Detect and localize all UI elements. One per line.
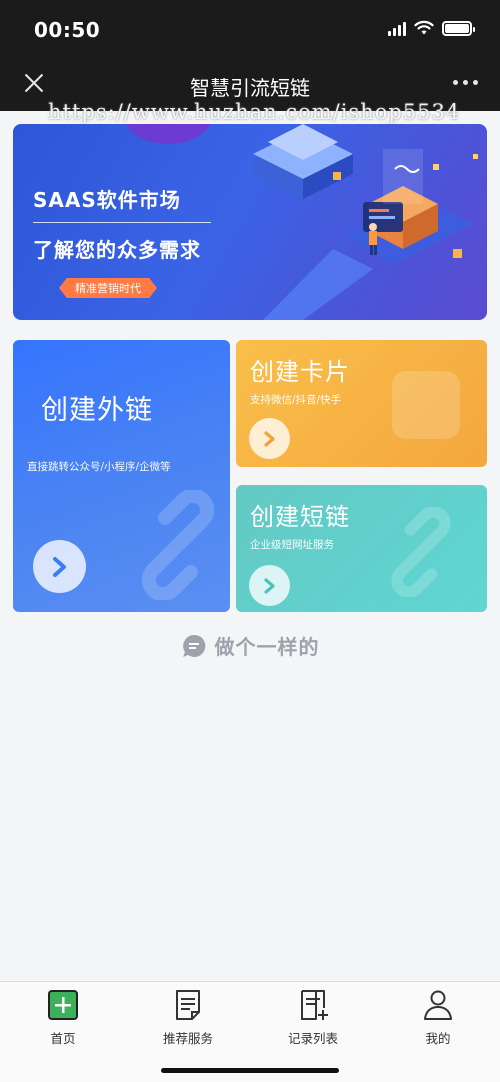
top-bar: 00:50 智慧引流短链: [0, 0, 500, 111]
create-external-link-button[interactable]: [33, 540, 86, 593]
status-time: 00:50: [34, 18, 101, 42]
make-similar-link[interactable]: 做个一样的: [0, 631, 500, 660]
watermark: https://www.huzhan.com/ishop5534: [48, 100, 461, 124]
document-add-icon: [301, 990, 328, 1020]
chat-bubble-icon: [182, 634, 205, 657]
status-icons: [388, 20, 475, 36]
tab-records-list[interactable]: 记录列表: [263, 988, 363, 1047]
page-title: 智慧引流短链: [190, 76, 310, 100]
tab-label: 我的: [425, 1031, 451, 1046]
chain-link-icon: [141, 490, 215, 600]
chain-link-icon: [391, 507, 451, 597]
plus-square-icon: [48, 990, 78, 1020]
tab-recommended-services[interactable]: 推荐服务: [138, 988, 238, 1047]
make-similar-label: 做个一样的: [214, 635, 320, 659]
card-title: 创建外链: [41, 395, 153, 426]
create-short-link-card[interactable]: 创建短链 企业级短网址服务: [236, 485, 487, 612]
isometric-illustration: [253, 124, 478, 320]
chevron-right-icon: [52, 556, 66, 577]
card-title: 创建卡片: [250, 358, 350, 386]
user-icon: [424, 990, 452, 1020]
card-description: 支持微信/抖音/快手: [250, 394, 342, 406]
tab-label: 首页: [50, 1031, 76, 1046]
battery-icon: [442, 20, 475, 36]
tab-mine[interactable]: 我的: [388, 988, 488, 1047]
banner-tag: 精准营销时代: [59, 278, 157, 298]
card-description: 企业级短网址服务: [250, 539, 334, 551]
bottom-tab-bar: 首页 推荐服务 记录列表 我的: [0, 981, 500, 1082]
banner-subtitle: 了解您的众多需求: [33, 238, 201, 262]
document-icon: [176, 990, 200, 1020]
wifi-icon: [414, 20, 434, 35]
home-indicator: [161, 1068, 339, 1073]
card-stack-icon: [392, 371, 460, 439]
promo-banner[interactable]: SAAS软件市场 了解您的众多需求 精准营销时代: [13, 124, 487, 320]
banner-decoration: [123, 124, 213, 144]
banner-divider: [33, 222, 211, 223]
card-title: 创建短链: [250, 503, 350, 531]
chevron-right-icon: [263, 430, 275, 447]
cellular-signal-icon: [388, 20, 406, 36]
create-card-button[interactable]: [249, 418, 290, 459]
chevron-right-icon: [263, 577, 275, 594]
more-menu-icon[interactable]: [453, 80, 478, 85]
card-description: 直接跳转公众号/小程序/企微等: [27, 461, 171, 473]
tab-label: 推荐服务: [162, 1031, 213, 1046]
create-short-link-button[interactable]: [249, 565, 290, 606]
tab-label: 记录列表: [287, 1031, 338, 1046]
create-card-card[interactable]: 创建卡片 支持微信/抖音/快手: [236, 340, 487, 467]
create-external-link-card[interactable]: 创建外链 直接跳转公众号/小程序/企微等: [13, 340, 230, 612]
banner-title: SAAS软件市场: [33, 188, 181, 212]
tab-home[interactable]: 首页: [13, 988, 113, 1047]
